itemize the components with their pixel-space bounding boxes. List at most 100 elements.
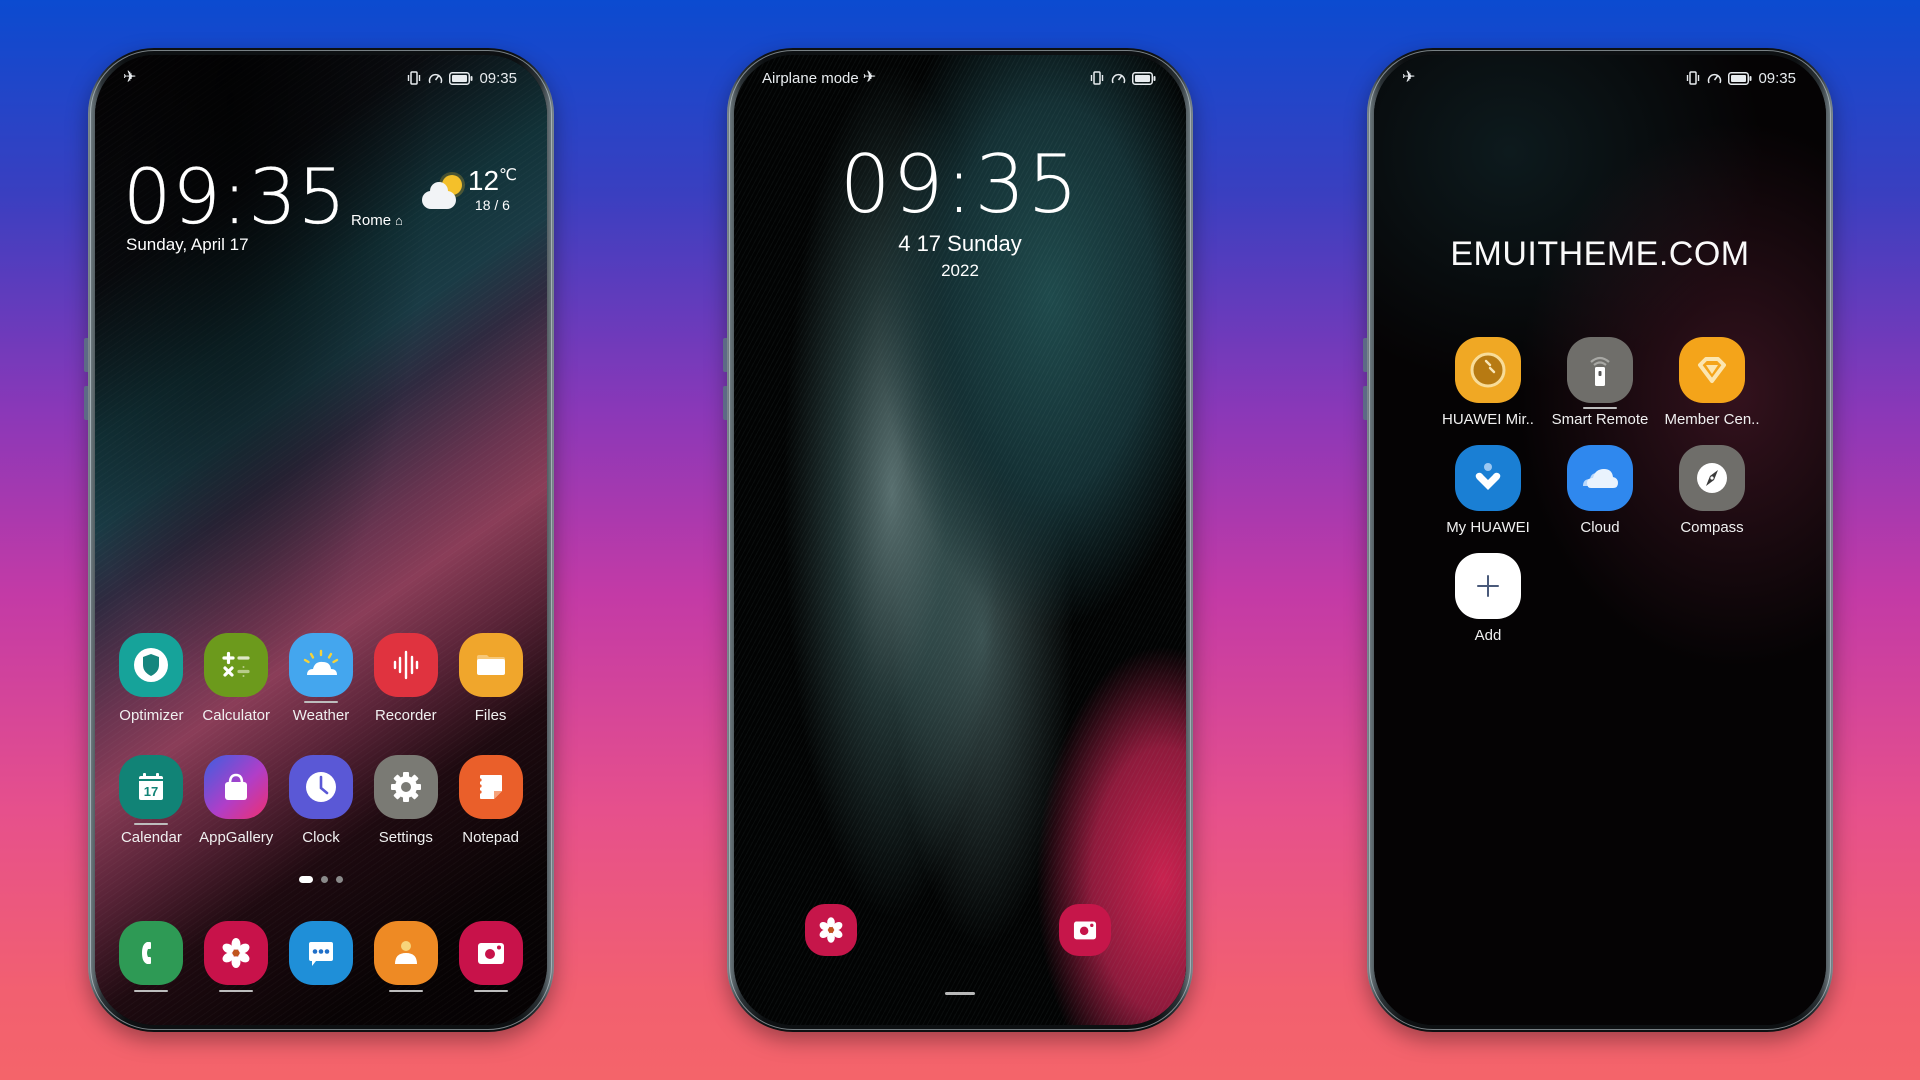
dock-contacts[interactable]: [363, 921, 448, 992]
clock-icon: [288, 755, 353, 819]
app-my-huawei[interactable]: My HUAWEI: [1432, 445, 1544, 543]
app-label: Weather: [292, 707, 350, 724]
page-indicator[interactable]: [95, 876, 547, 883]
weather-temperature: 12: [467, 165, 500, 196]
weather-widget[interactable]: 12℃ 18 / 6: [420, 167, 517, 213]
clock-time: 09:35: [123, 152, 348, 241]
compass-icon: [1679, 445, 1745, 511]
lock-gallery-shortcut[interactable]: [805, 904, 857, 956]
app-label: Add: [1474, 627, 1502, 644]
lock-camera-shortcut[interactable]: [1059, 904, 1111, 956]
app-calendar[interactable]: 17 Calendar: [109, 755, 194, 846]
partly-sunny-icon: [420, 173, 464, 213]
battery-icon: [449, 71, 473, 85]
app-calculator[interactable]: Calculator: [194, 633, 279, 724]
app-label: Files: [474, 707, 507, 724]
lock-clock: 09:35 4 17 Sunday 2022: [734, 145, 1186, 281]
app-clock[interactable]: Clock: [279, 755, 364, 846]
camera-icon: [1073, 921, 1097, 940]
running-indicator: [473, 990, 508, 992]
volume-down-button: [84, 386, 88, 420]
camera-icon: [458, 921, 523, 985]
folder-title[interactable]: EMUITHEME.COM: [1374, 235, 1826, 274]
add-app-button[interactable]: Add: [1432, 553, 1544, 644]
airplane-icon: ✈: [123, 69, 137, 86]
page-dot-2[interactable]: [321, 876, 328, 883]
running-indicator: [303, 701, 338, 703]
dock-camera[interactable]: [448, 921, 533, 992]
dock: [109, 921, 533, 992]
running-indicator: [388, 990, 423, 992]
flower-icon: [204, 921, 269, 985]
calendar-day: 17: [144, 784, 158, 799]
weather-range: 18 / 6: [474, 197, 510, 213]
lock-date: 4 17 Sunday: [898, 231, 1022, 256]
app-huawei-mirror[interactable]: HUAWEI Mir..: [1432, 337, 1544, 435]
phone-folder-screen: ✈ 09:35 EMUITHEME.COM HUAWEI Mir.. Smart…: [1363, 48, 1833, 1032]
flower-icon: [819, 917, 843, 943]
app-label: Calculator: [202, 707, 270, 724]
app-label: Notepad: [462, 829, 519, 846]
app-label: Optimizer: [119, 707, 184, 724]
running-indicator: [219, 990, 254, 992]
battery-icon: [1132, 71, 1156, 85]
app-label: Smart Remote: [1551, 411, 1649, 428]
soundwave-icon: [373, 633, 438, 697]
page-dot-1[interactable]: [299, 876, 313, 883]
app-settings[interactable]: Settings: [363, 755, 448, 846]
weather-icon: [288, 633, 353, 697]
app-label: Calendar: [120, 829, 182, 846]
clock-widget[interactable]: 09:35 Rome ⌂ Sunday, April 17: [123, 152, 403, 255]
volume-up-button: [1363, 338, 1367, 372]
dock-gallery[interactable]: [194, 921, 279, 992]
lock-time: 09:35: [839, 138, 1081, 231]
clock-city: Rome: [351, 212, 392, 229]
vibrate-icon: [1089, 71, 1105, 85]
status-time: 09:35: [479, 69, 517, 87]
calendar-icon: 17: [119, 755, 184, 819]
home-indicator[interactable]: [945, 992, 975, 995]
app-label: Settings: [378, 829, 433, 846]
shopping-bag-icon: [204, 755, 269, 819]
app-label: Member Cen..: [1664, 411, 1760, 428]
app-label: My HUAWEI: [1446, 519, 1530, 536]
app-label: HUAWEI Mir..: [1442, 411, 1534, 428]
app-row-1: Optimizer Calculator Weather Recorder Fi…: [109, 633, 533, 724]
app-appgallery[interactable]: AppGallery: [194, 755, 279, 846]
running-indicator: [1583, 407, 1617, 409]
lock-year: 2022: [941, 261, 979, 280]
phone-home-screen: ✈ 09:35 09:35 Rome ⌂ Sunday, April 17 12…: [84, 48, 554, 1032]
app-files[interactable]: Files: [448, 633, 533, 724]
volume-down-button: [1363, 386, 1367, 420]
app-label: Cloud: [1580, 519, 1620, 536]
airplane-icon: ✈: [862, 69, 877, 86]
page-dot-3[interactable]: [336, 876, 343, 883]
cloud-icon: [1567, 445, 1633, 511]
app-compass[interactable]: Compass: [1656, 445, 1768, 543]
volume-down-button: [723, 386, 727, 420]
contact-icon: [373, 921, 438, 985]
data-saver-icon: [1111, 71, 1126, 85]
app-label: AppGallery: [199, 829, 274, 846]
dock-phone[interactable]: [109, 921, 194, 992]
app-recorder[interactable]: Recorder: [363, 633, 448, 724]
data-saver-icon: [428, 71, 443, 85]
volume-up-button: [84, 338, 88, 372]
running-indicator: [134, 990, 169, 992]
status-bar: ✈ 09:35: [123, 65, 517, 91]
folder-icon: [458, 633, 523, 697]
folder-app-grid: HUAWEI Mir.. Smart Remote Member Cen.. M…: [1432, 337, 1768, 644]
dock-messages[interactable]: [279, 921, 364, 992]
app-label: Clock: [302, 829, 340, 846]
lock-screen: Airplane mode ✈ 09:35 4 17 Sunday 2022: [734, 55, 1186, 1025]
status-bar: ✈ 09:35: [1402, 65, 1796, 91]
app-weather[interactable]: Weather: [279, 633, 364, 724]
app-cloud[interactable]: Cloud: [1544, 445, 1656, 543]
app-member-center[interactable]: Member Cen..: [1656, 337, 1768, 435]
remote-icon: [1567, 337, 1633, 403]
app-optimizer[interactable]: Optimizer: [109, 633, 194, 724]
app-smart-remote[interactable]: Smart Remote: [1544, 337, 1656, 435]
status-bar: Airplane mode ✈: [762, 65, 1156, 91]
gear-icon: [373, 755, 438, 819]
app-notepad[interactable]: Notepad: [448, 755, 533, 846]
